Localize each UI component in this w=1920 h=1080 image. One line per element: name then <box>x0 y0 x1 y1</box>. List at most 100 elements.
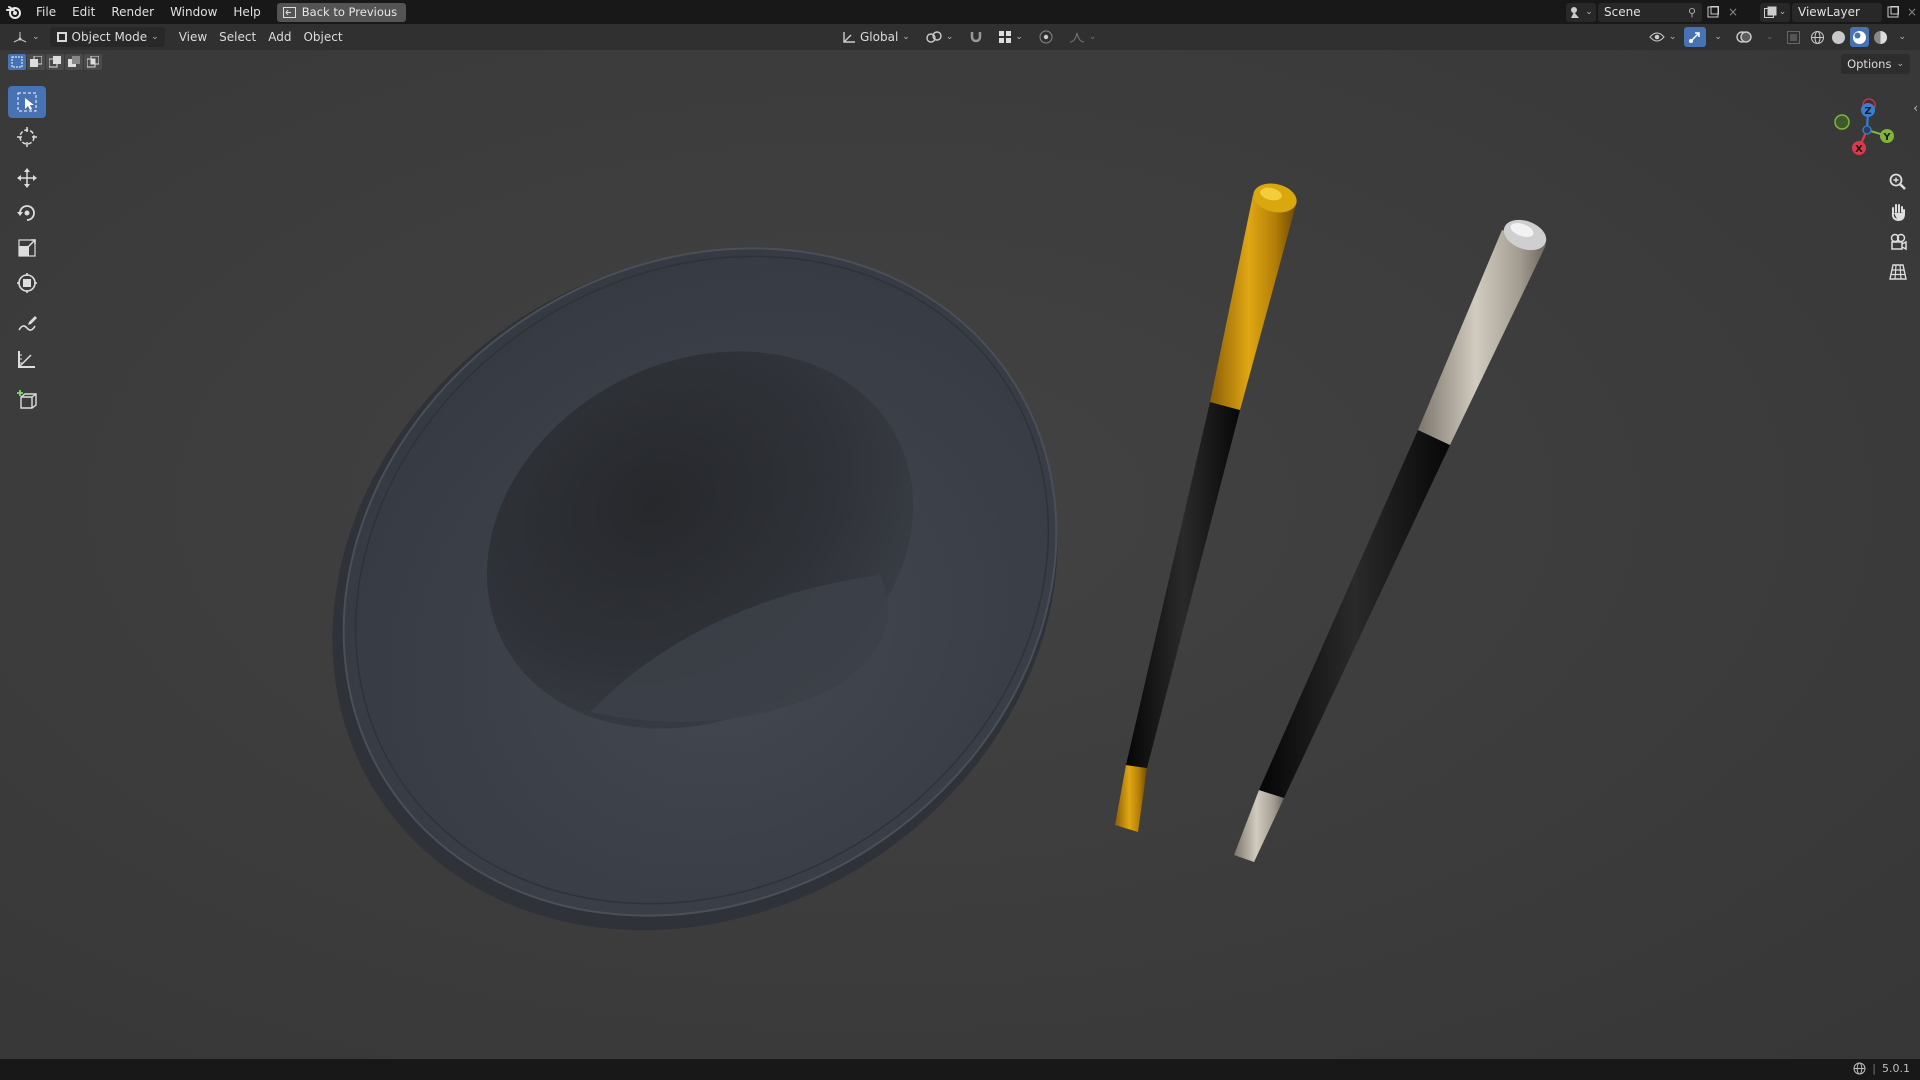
menu-object[interactable]: Object <box>297 27 348 47</box>
network-globe-icon[interactable] <box>1853 1062 1866 1075</box>
shading-solid-button[interactable] <box>1829 27 1848 47</box>
navigation-gizmo[interactable]: Y Z X <box>1832 95 1902 165</box>
view-layer-field[interactable]: ViewLayer <box>1792 2 1882 22</box>
navigation-buttons <box>1884 168 1912 288</box>
menu-add[interactable]: Add <box>262 27 297 47</box>
xray-toggle[interactable] <box>1781 27 1806 47</box>
measure-ruler-icon <box>18 351 35 368</box>
scale-icon <box>18 239 36 257</box>
orientation-label: Global <box>860 30 899 44</box>
overlays-dropdown[interactable]: ⌄ <box>1760 27 1780 47</box>
shading-material-button[interactable] <box>1850 27 1870 47</box>
viewport-header: ⌄ Object Mode ⌄ View Select Add Object G… <box>0 24 1920 50</box>
menu-edit[interactable]: Edit <box>64 0 103 24</box>
scene-name: Scene <box>1604 5 1641 19</box>
pivot-icon <box>926 31 942 43</box>
selection-mode-group <box>8 54 102 70</box>
editor-type-button[interactable]: ⌄ <box>6 27 46 47</box>
tool-select-box[interactable] <box>8 86 46 118</box>
menu-render[interactable]: Render <box>103 0 162 24</box>
snap-toggle[interactable] <box>963 27 989 47</box>
perspective-toggle-button[interactable] <box>1884 258 1912 286</box>
pan-button[interactable] <box>1884 198 1912 226</box>
select-subtract-button[interactable] <box>46 54 64 70</box>
scene-selector-icon[interactable]: ⌄ <box>1566 2 1596 22</box>
overlays-toggle[interactable] <box>1730 27 1758 47</box>
select-subtract-icon <box>49 56 61 68</box>
overlays-icon <box>1736 31 1752 43</box>
transform-orientation-dropdown[interactable]: Global ⌄ <box>836 27 916 47</box>
selectability-dropdown[interactable]: ⌄ <box>1643 27 1683 47</box>
sidebar-toggle-icon[interactable]: ‹ <box>1913 101 1918 115</box>
tool-annotate[interactable] <box>8 308 46 340</box>
new-view-layer-icon[interactable] <box>1882 3 1904 22</box>
snap-target-dropdown[interactable]: ⌄ <box>993 27 1029 47</box>
transform-icon <box>17 273 37 293</box>
orientation-icon <box>843 31 855 43</box>
status-bar: | 5.0.1 <box>0 1059 1920 1080</box>
back-to-previous-button[interactable]: Back to Previous <box>276 2 407 22</box>
top-menubar: File Edit Render Window Help Back to Pre… <box>0 0 1920 24</box>
gizmo-dropdown[interactable]: ⌄ <box>1708 27 1728 47</box>
camera-view-button[interactable] <box>1884 228 1912 256</box>
delete-view-layer-icon[interactable]: × <box>1904 3 1920 22</box>
tool-transform[interactable] <box>8 267 46 299</box>
menu-window[interactable]: Window <box>162 0 225 24</box>
select-intersect-button[interactable] <box>84 54 102 70</box>
viewport-scene[interactable] <box>0 50 1920 1059</box>
eye-icon <box>1649 32 1665 42</box>
snap-grid-icon <box>999 31 1012 43</box>
tool-rotate[interactable] <box>8 197 46 229</box>
menu-help[interactable]: Help <box>225 0 268 24</box>
tool-move[interactable] <box>8 162 46 194</box>
magnet-icon <box>971 32 982 43</box>
object-mode-dropdown[interactable]: Object Mode ⌄ <box>49 27 165 47</box>
back-icon <box>282 6 296 18</box>
falloff-dropdown[interactable]: ⌄ <box>1063 27 1103 47</box>
version-label: 5.0.1 <box>1882 1062 1910 1075</box>
gizmo-neg-z[interactable] <box>1862 125 1872 135</box>
pivot-point-dropdown[interactable]: ⌄ <box>920 27 960 47</box>
falloff-icon <box>1069 32 1084 43</box>
select-extend-button[interactable] <box>27 54 45 70</box>
material-sphere-icon <box>1853 30 1867 44</box>
proportional-icon <box>1039 30 1053 44</box>
tool-cursor[interactable] <box>8 121 46 153</box>
gizmo-neg-y[interactable] <box>1834 114 1850 130</box>
version-info: | 5.0.1 <box>1853 1062 1910 1075</box>
zoom-button[interactable] <box>1884 168 1912 196</box>
move-icon <box>17 168 37 188</box>
menu-file[interactable]: File <box>28 0 64 24</box>
scene-name-field[interactable]: Scene ⚲ <box>1598 2 1702 22</box>
delete-scene-icon[interactable]: × <box>1724 3 1742 22</box>
tool-scale[interactable] <box>8 232 46 264</box>
new-scene-icon[interactable] <box>1702 3 1724 22</box>
menu-select[interactable]: Select <box>213 27 262 47</box>
back-to-previous-label: Back to Previous <box>301 5 398 19</box>
xray-icon <box>1787 30 1801 44</box>
proportional-edit-toggle[interactable] <box>1033 27 1059 47</box>
view-layer-selector-icon[interactable]: ⌄ <box>1760 2 1790 22</box>
gizmo-toggle[interactable] <box>1684 27 1707 47</box>
view-layer-name: ViewLayer <box>1798 5 1860 19</box>
pin-icon[interactable]: ⚲ <box>1688 6 1696 19</box>
select-new-button[interactable] <box>8 54 26 70</box>
select-box-icon <box>17 92 37 112</box>
shading-rendered-button[interactable] <box>1871 27 1890 47</box>
blender-logo-icon[interactable] <box>0 0 28 24</box>
menu-view[interactable]: View <box>173 27 213 47</box>
tool-add-cube[interactable] <box>8 384 46 416</box>
shading-wireframe-button[interactable] <box>1808 27 1827 47</box>
add-cube-icon <box>17 390 37 409</box>
options-dropdown[interactable]: Options ⌄ <box>1841 54 1910 74</box>
tool-measure[interactable] <box>8 343 46 375</box>
gizmo-icon <box>1689 32 1701 43</box>
rotate-icon <box>17 205 35 221</box>
select-new-icon <box>11 56 23 68</box>
select-invert-button[interactable] <box>65 54 83 70</box>
3d-viewport[interactable] <box>0 50 1920 1059</box>
3d-cursor-icon <box>17 127 37 147</box>
tool-shelf <box>8 86 48 419</box>
shading-dropdown[interactable]: ⌄ <box>1892 27 1912 47</box>
options-label: Options <box>1847 57 1892 71</box>
